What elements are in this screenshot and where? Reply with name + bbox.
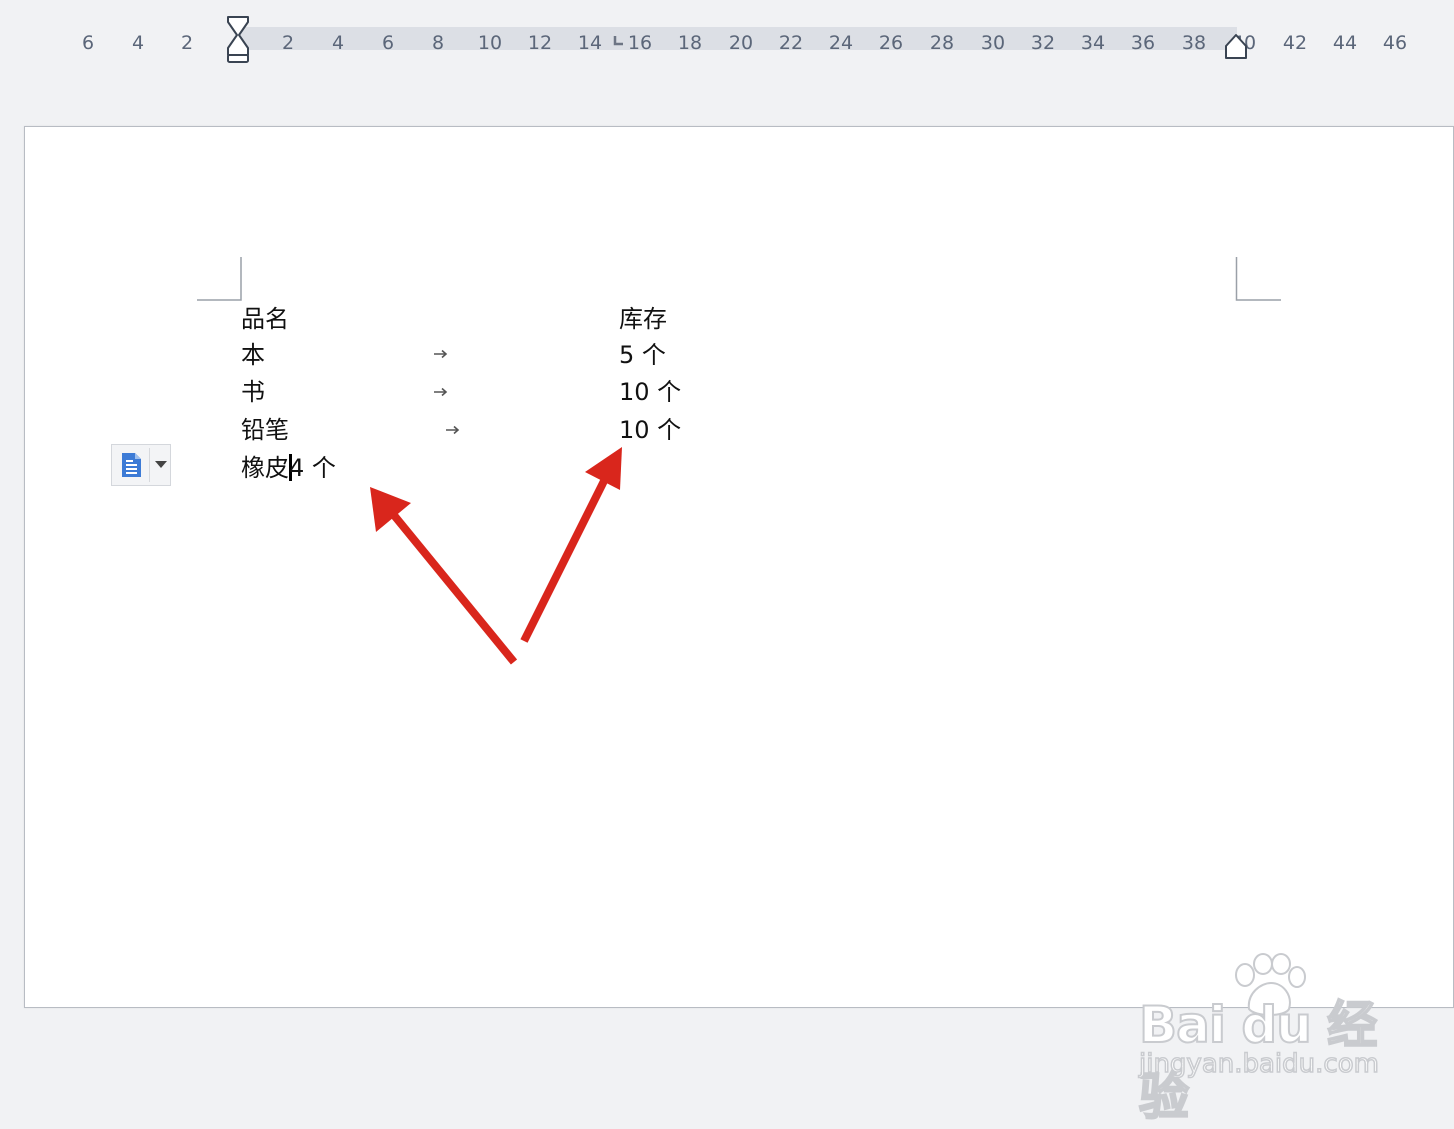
red-arrow-right-shaft [520,479,608,643]
watermark-url: jingyan.baidu.com [1138,1048,1379,1080]
red-arrow-left-shaft [389,511,518,665]
annotation-arrows [370,447,622,665]
